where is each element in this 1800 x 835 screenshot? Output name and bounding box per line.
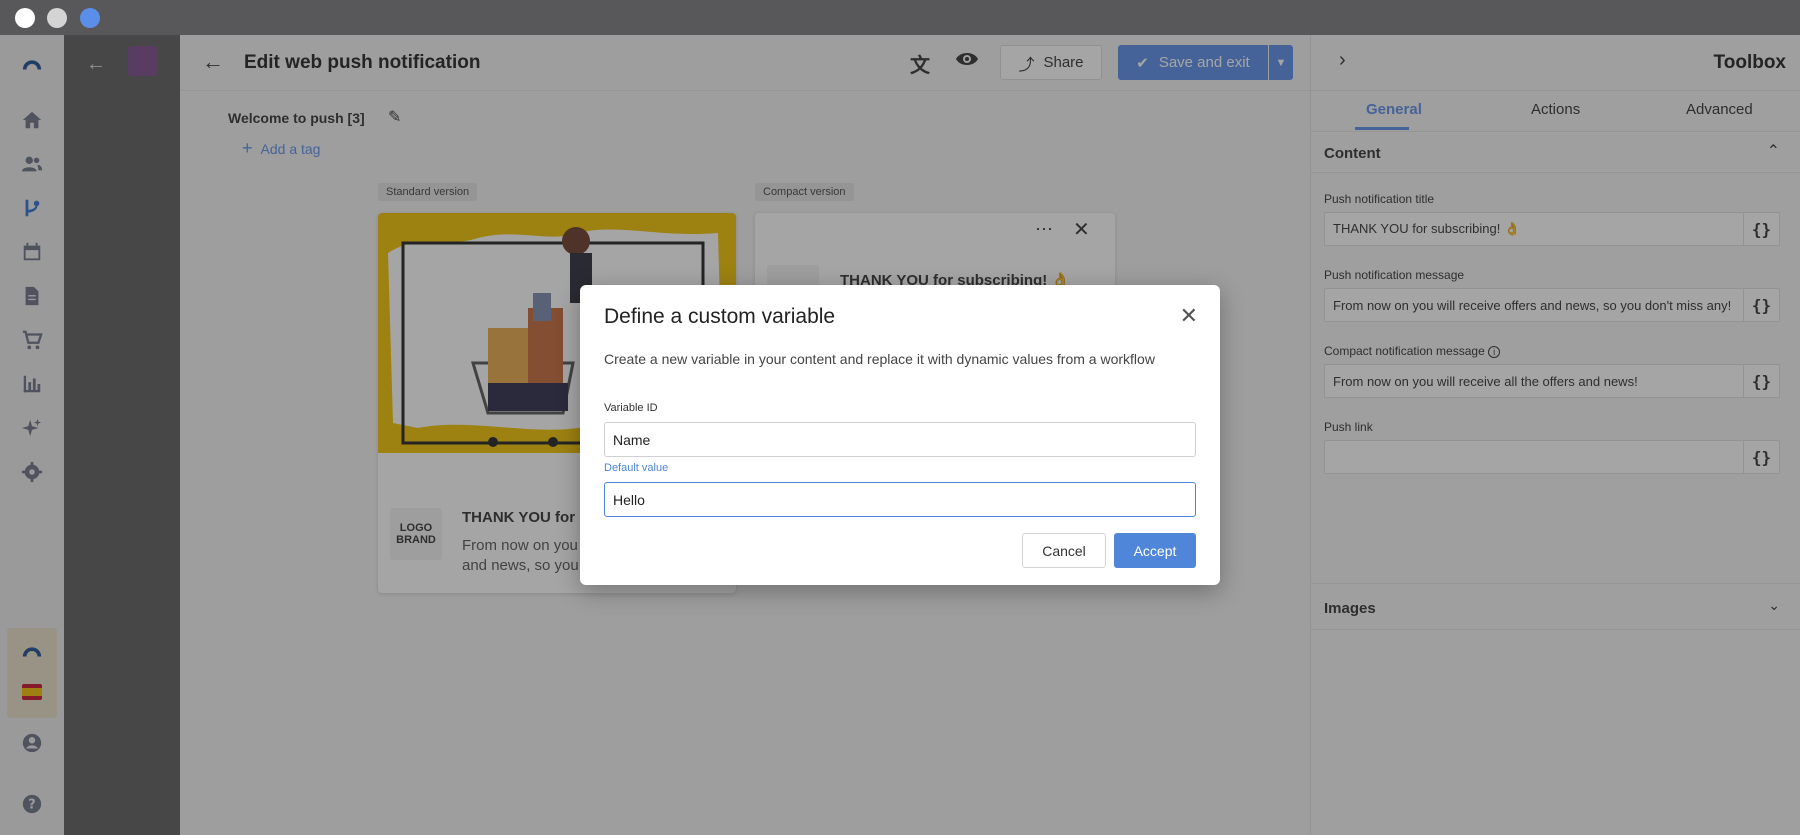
maximize-window-button[interactable] (80, 8, 100, 28)
variable-id-value: Name (613, 431, 651, 448)
close-icon[interactable]: ✕ (1180, 303, 1198, 329)
cancel-button[interactable]: Cancel (1022, 533, 1106, 568)
default-value-value: Hello (613, 491, 645, 508)
accept-button[interactable]: Accept (1114, 533, 1196, 568)
close-window-button[interactable] (15, 8, 35, 28)
window-titlebar (0, 0, 1800, 35)
default-value-input[interactable]: Hello (604, 482, 1196, 517)
dialog-description: Create a new variable in your content an… (604, 351, 1155, 367)
variable-id-label: Variable ID (604, 402, 658, 414)
minimize-window-button[interactable] (47, 8, 67, 28)
custom-variable-dialog: Define a custom variable ✕ Create a new … (580, 285, 1220, 585)
variable-id-input[interactable]: Name (604, 422, 1196, 457)
dialog-title: Define a custom variable (604, 305, 836, 328)
default-value-label: Default value (604, 462, 669, 474)
